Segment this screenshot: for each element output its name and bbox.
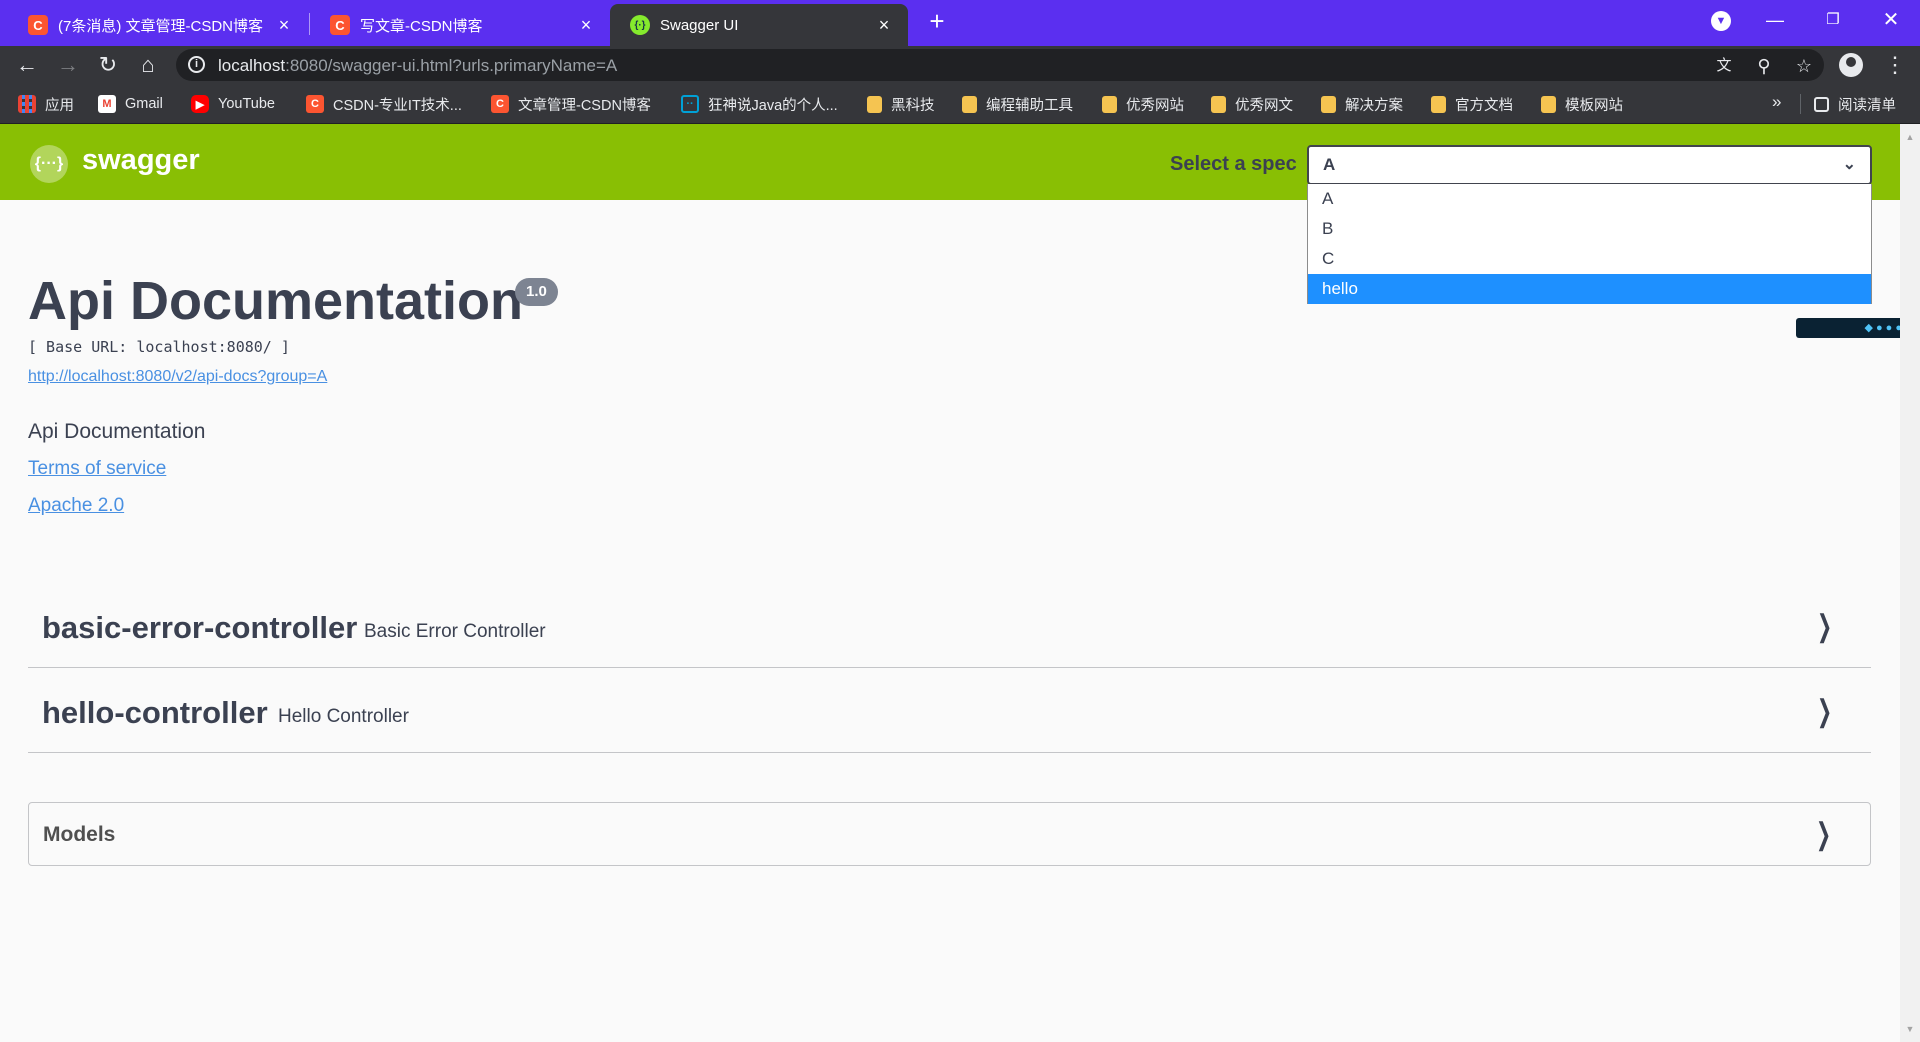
zoom-icon[interactable]: ⚲ bbox=[1751, 53, 1777, 79]
folder-icon bbox=[962, 95, 977, 113]
forward-icon[interactable]: → bbox=[53, 50, 83, 80]
csdn-icon: C bbox=[330, 15, 350, 35]
page-scrollbar[interactable]: ▲ ▼ bbox=[1900, 124, 1920, 1042]
bookmark-youtube[interactable]: ▶ YouTube bbox=[191, 92, 275, 116]
bookmark-csdn-articles[interactable]: C 文章管理-CSDN博客 bbox=[491, 92, 651, 116]
bookmarks-more-button[interactable]: » bbox=[1772, 92, 1781, 112]
info-icon[interactable]: i bbox=[188, 56, 205, 73]
chevron-right-icon[interactable]: ❯ bbox=[1817, 609, 1832, 644]
csdn-icon: C bbox=[28, 15, 48, 35]
selected-spec-value: A bbox=[1323, 155, 1336, 174]
tab-title: 写文章-CSDN博客 bbox=[360, 17, 483, 35]
gmail-icon: M bbox=[98, 95, 116, 113]
browser-toolbar: ← → ↻ ⌂ i localhost:8080/swagger-ui.html… bbox=[0, 46, 1920, 84]
controller-basic-error[interactable]: basic-error-controller Basic Error Contr… bbox=[28, 584, 1871, 668]
reload-icon[interactable]: ↻ bbox=[93, 50, 123, 80]
select-spec-label: Select a spec bbox=[1170, 153, 1297, 175]
chevron-right-icon[interactable]: ❯ bbox=[1816, 817, 1831, 852]
folder-icon bbox=[867, 95, 882, 113]
close-icon[interactable]: × bbox=[576, 16, 596, 34]
translate-icon[interactable]: 文 bbox=[1711, 53, 1737, 79]
bookmarks-divider bbox=[1800, 94, 1801, 114]
spec-option-b[interactable]: B bbox=[1308, 214, 1871, 244]
home-icon[interactable]: ⌂ bbox=[133, 50, 163, 80]
bookmark-folder[interactable]: 模板网站 bbox=[1541, 92, 1623, 116]
folder-icon bbox=[1211, 95, 1226, 113]
bookmark-gmail[interactable]: M Gmail bbox=[98, 92, 163, 116]
bookmark-folder[interactable]: 官方文档 bbox=[1431, 92, 1513, 116]
bookmark-apps[interactable]: 应用 bbox=[18, 92, 74, 116]
tab-swagger-ui[interactable]: {·} Swagger UI × bbox=[610, 4, 908, 46]
scroll-up-icon[interactable]: ▲ bbox=[1900, 128, 1920, 146]
swagger-logo-glyph: {···} bbox=[34, 155, 64, 172]
spec-option-c[interactable]: C bbox=[1308, 244, 1871, 274]
chevron-down-icon: ⌄ bbox=[1842, 156, 1856, 173]
reading-list-button[interactable]: 阅读清单 bbox=[1814, 92, 1896, 116]
bookmark-csdn[interactable]: C CSDN-专业IT技术... bbox=[306, 92, 462, 116]
csdn-icon: C bbox=[491, 95, 509, 113]
tab-csdn-write[interactable]: C 写文章-CSDN博客 × bbox=[310, 4, 610, 46]
models-title: Models bbox=[43, 823, 116, 846]
tab-csdn-articles[interactable]: C (7条消息) 文章管理-CSDN博客 × bbox=[8, 4, 308, 46]
address-bar[interactable]: i localhost:8080/swagger-ui.html?urls.pr… bbox=[176, 49, 1824, 81]
folder-icon bbox=[1541, 95, 1556, 113]
tab-strip: C (7条消息) 文章管理-CSDN博客 × C 写文章-CSDN博客 × {·… bbox=[0, 0, 1920, 46]
controller-description: Basic Error Controller bbox=[364, 621, 546, 642]
tab-title: (7条消息) 文章管理-CSDN博客 bbox=[58, 17, 263, 35]
models-section[interactable]: Models ❯ bbox=[28, 802, 1871, 866]
folder-icon bbox=[1321, 95, 1336, 113]
bookmark-folder[interactable]: 优秀网文 bbox=[1211, 92, 1293, 116]
spec-select[interactable]: A ⌄ bbox=[1307, 145, 1872, 185]
bookmark-folder[interactable]: 解决方案 bbox=[1321, 92, 1403, 116]
spec-option-a[interactable]: A bbox=[1308, 184, 1871, 214]
bookmark-folder[interactable]: 黑科技 bbox=[867, 92, 935, 116]
scroll-down-icon[interactable]: ▼ bbox=[1900, 1020, 1920, 1038]
apps-icon bbox=[18, 95, 36, 113]
browser-menu-icon[interactable]: ⋮ bbox=[1880, 50, 1910, 80]
folder-icon bbox=[1431, 95, 1446, 113]
close-icon[interactable]: × bbox=[274, 16, 294, 34]
url-text[interactable]: localhost:8080/swagger-ui.html?urls.prim… bbox=[218, 56, 617, 76]
spec-dropdown-list: A B C hello bbox=[1307, 184, 1872, 304]
extension-badge[interactable]: ◆ ● ● ● bbox=[1796, 318, 1908, 338]
controller-description: Hello Controller bbox=[278, 706, 409, 727]
bilibili-icon: ·· bbox=[681, 95, 699, 113]
bookmark-bilibili[interactable]: ·· 狂神说Java的个人... bbox=[681, 92, 838, 116]
chevron-right-icon[interactable]: ❯ bbox=[1817, 694, 1832, 729]
bookmark-folder[interactable]: 优秀网站 bbox=[1102, 92, 1184, 116]
controller-name: basic-error-controller bbox=[42, 610, 358, 645]
tab-title: Swagger UI bbox=[660, 16, 739, 34]
spec-option-hello[interactable]: hello bbox=[1308, 274, 1871, 304]
tab-search-icon[interactable]: ▼ bbox=[1711, 11, 1731, 31]
api-description: Api Documentation bbox=[28, 420, 206, 443]
page-title: Api Documentation bbox=[28, 271, 523, 331]
controller-name: hello-controller bbox=[42, 695, 268, 730]
version-badge: 1.0 bbox=[515, 278, 558, 306]
bookmarks-bar: 应用 M Gmail ▶ YouTube C CSDN-专业IT技术... C 文章管理… bbox=[0, 84, 1920, 124]
youtube-icon: ▶ bbox=[191, 95, 209, 113]
terms-of-service-link[interactable]: Terms of service bbox=[28, 458, 166, 480]
new-tab-button[interactable]: + bbox=[922, 6, 952, 36]
restore-button[interactable]: ❐ bbox=[1810, 4, 1856, 36]
close-window-button[interactable]: ✕ bbox=[1868, 4, 1914, 36]
bookmark-folder[interactable]: 编程辅助工具 bbox=[962, 92, 1073, 116]
swagger-logo-text[interactable]: swagger bbox=[82, 144, 200, 177]
license-link[interactable]: Apache 2.0 bbox=[28, 495, 124, 517]
csdn-icon: C bbox=[306, 95, 324, 113]
back-icon[interactable]: ← bbox=[12, 50, 42, 80]
minimize-button[interactable]: — bbox=[1752, 4, 1798, 36]
reading-list-icon bbox=[1814, 96, 1829, 112]
swagger-icon: {·} bbox=[630, 15, 650, 35]
close-icon[interactable]: × bbox=[874, 16, 894, 34]
profile-avatar[interactable] bbox=[1839, 53, 1863, 77]
bookmark-star-icon[interactable]: ☆ bbox=[1791, 53, 1817, 79]
controller-hello[interactable]: hello-controller Hello Controller ❯ bbox=[28, 669, 1871, 753]
folder-icon bbox=[1102, 95, 1117, 113]
api-docs-link[interactable]: http://localhost:8080/v2/api-docs?group=… bbox=[28, 368, 327, 386]
base-url: [ Base URL: localhost:8080/ ] bbox=[28, 338, 290, 356]
